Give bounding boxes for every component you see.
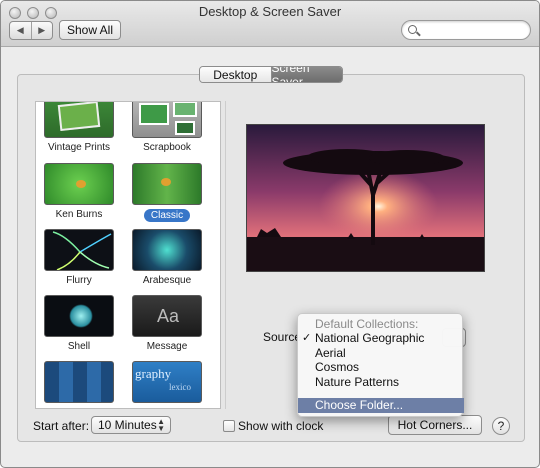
show-all-button[interactable]: Show All <box>59 20 121 40</box>
menu-item-choose-folder[interactable]: Choose Folder... <box>298 398 464 413</box>
start-after-value: 10 Minutes <box>98 418 157 432</box>
tab-bar: Desktop Screen Saver <box>199 66 343 83</box>
word-thumbnail-text-2: lexico <box>169 382 191 392</box>
word-thumbnail-text: graphy <box>135 366 172 381</box>
ken-burns-thumbnail <box>44 163 114 205</box>
saver-label: Scrapbook <box>143 142 191 153</box>
tab-desktop[interactable]: Desktop <box>200 67 272 82</box>
tab-screen-saver[interactable]: Screen Saver <box>271 67 342 82</box>
saver-label: Message <box>146 341 188 352</box>
scrapbook-thumbnail <box>132 102 202 138</box>
classic-thumbnail <box>132 163 202 205</box>
menu-item-aerial[interactable]: Aerial <box>298 346 464 361</box>
show-clock-label: Show with clock <box>238 419 324 433</box>
menu-item-national-geographic[interactable]: ✓ National Geographic <box>298 331 464 346</box>
back-forward-control: ◀ ▶ <box>9 21 53 40</box>
flurry-thumbnail <box>44 229 114 271</box>
menu-header: Default Collections: <box>315 317 419 331</box>
arabesque-thumbnail <box>132 229 202 271</box>
checkmark-icon: ✓ <box>302 332 312 344</box>
preferences-window: Desktop & Screen Saver ◀ ▶ Show All Desk… <box>0 0 540 468</box>
vintage-prints-thumbnail <box>44 102 114 138</box>
menu-item-nature-patterns[interactable]: Nature Patterns <box>298 375 464 390</box>
screen-saver-list[interactable]: Vintage Prints Scrapbook Ken Burns Class… <box>35 101 221 409</box>
message-thumbnail: Aa <box>132 295 202 337</box>
photo-wall-thumbnail <box>44 361 114 403</box>
hot-corners-button[interactable]: Hot Corners... <box>388 415 482 435</box>
saver-label: Ken Burns <box>55 209 103 220</box>
search-icon <box>408 25 417 34</box>
menu-item-cosmos[interactable]: Cosmos <box>298 360 464 375</box>
updown-arrows-icon: ▲ ▼ <box>157 417 165 433</box>
preview-image <box>247 125 484 271</box>
start-after-label: Start after: <box>33 419 90 433</box>
show-clock-checkbox[interactable] <box>223 420 235 432</box>
word-of-the-day-thumbnail: graphy lexico <box>132 361 202 403</box>
source-label: Source <box>263 330 302 344</box>
title-bar: Desktop & Screen Saver ◀ ▶ Show All <box>1 1 539 47</box>
start-after-popup[interactable]: 10 Minutes ▲ ▼ <box>91 416 171 434</box>
screen-saver-preview <box>246 124 485 272</box>
source-menu: Default Collections: ✓ National Geograph… <box>297 313 464 417</box>
message-thumbnail-text: Aa <box>156 306 180 326</box>
flurry-icon <box>52 231 112 270</box>
saver-label: Arabesque <box>142 275 192 286</box>
menu-item-label: National Geographic <box>315 331 425 345</box>
saver-label-selected: Classic <box>144 209 190 222</box>
forward-icon[interactable]: ▶ <box>32 22 53 39</box>
shell-thumbnail <box>44 295 114 337</box>
back-icon[interactable]: ◀ <box>10 22 32 39</box>
search-field[interactable] <box>401 20 531 40</box>
help-button[interactable]: ? <box>492 417 510 435</box>
window-title: Desktop & Screen Saver <box>198 4 342 19</box>
